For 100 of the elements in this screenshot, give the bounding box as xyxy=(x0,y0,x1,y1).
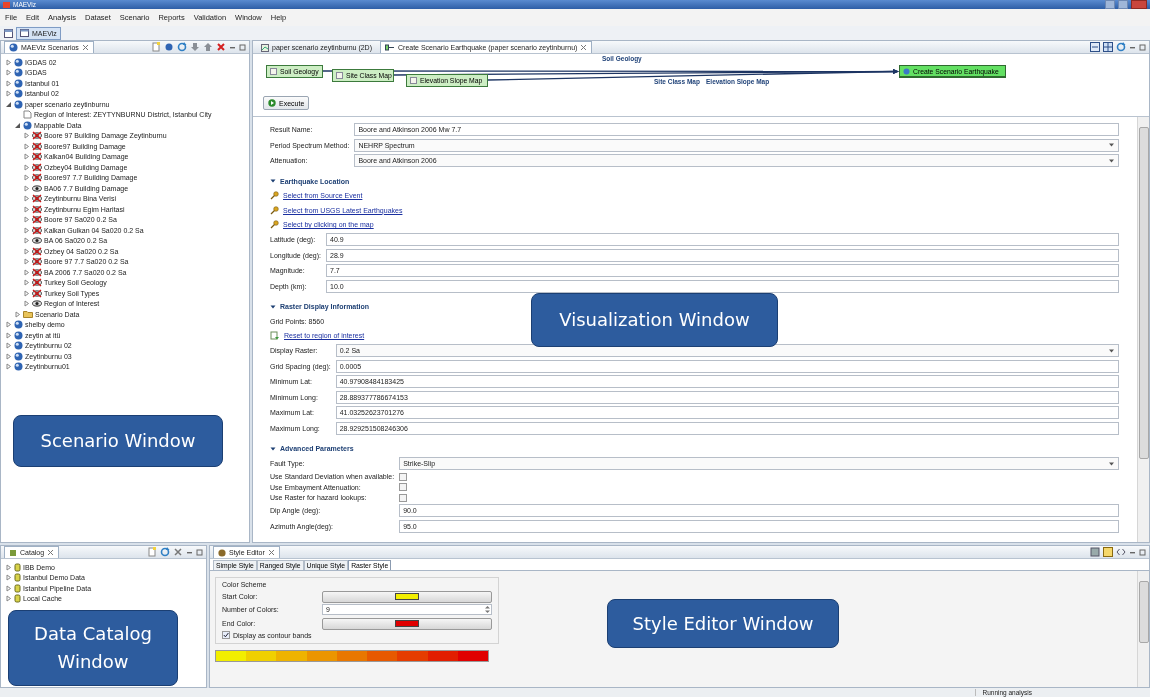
maximize-button[interactable] xyxy=(1118,0,1128,9)
crossed-eye-icon[interactable] xyxy=(32,152,42,162)
eye-icon[interactable] xyxy=(32,299,42,309)
square-icon xyxy=(410,77,417,84)
expanded-arrow-icon[interactable] xyxy=(270,303,276,310)
close-button[interactable] xyxy=(1131,0,1147,9)
collapsed-arrow-icon[interactable] xyxy=(23,195,30,203)
crossed-eye-icon[interactable] xyxy=(32,131,42,141)
eye-icon[interactable] xyxy=(32,183,42,193)
collapsed-arrow-icon[interactable] xyxy=(23,289,30,297)
new-icon[interactable] xyxy=(147,547,157,557)
scrollbar[interactable] xyxy=(1137,571,1149,687)
checkbox[interactable] xyxy=(399,472,408,481)
color-button[interactable] xyxy=(322,590,492,603)
collapsed-arrow-icon[interactable] xyxy=(23,237,30,245)
color-button[interactable] xyxy=(322,617,492,630)
collapsed-arrow-icon[interactable] xyxy=(23,205,30,213)
collapsed-arrow-icon[interactable] xyxy=(23,174,30,182)
delete-icon[interactable] xyxy=(216,42,226,52)
collapsed-arrow-icon[interactable] xyxy=(5,90,12,98)
collapsed-arrow-icon[interactable] xyxy=(23,132,30,140)
eye-icon[interactable] xyxy=(32,236,42,246)
globe-icon xyxy=(14,351,23,361)
folder-icon xyxy=(23,310,33,319)
close-icon[interactable] xyxy=(47,549,55,556)
collapsed-arrow-icon[interactable] xyxy=(5,342,12,350)
crossed-eye-icon[interactable] xyxy=(32,288,42,298)
collapsed-arrow-icon[interactable] xyxy=(14,310,21,318)
collapsed-arrow-icon[interactable] xyxy=(5,574,12,582)
crossed-eye-icon[interactable] xyxy=(32,215,42,225)
crossed-eye-icon[interactable] xyxy=(32,267,42,277)
maximize-icon[interactable] xyxy=(1139,548,1146,556)
app-icon xyxy=(3,1,10,8)
expanded-arrow-icon[interactable] xyxy=(5,100,12,108)
layout-icon[interactable] xyxy=(1090,42,1100,52)
open-perspective-icon[interactable] xyxy=(4,28,13,38)
expanded-arrow-icon[interactable] xyxy=(14,121,21,129)
collapsed-arrow-icon[interactable] xyxy=(5,363,12,371)
maximize-icon[interactable] xyxy=(239,43,246,51)
expanded-arrow-icon[interactable] xyxy=(270,178,276,184)
crossed-eye-icon[interactable] xyxy=(32,141,42,151)
checkbox[interactable] xyxy=(399,493,408,502)
collapsed-arrow-icon[interactable] xyxy=(5,584,12,592)
delete-icon[interactable] xyxy=(173,547,183,557)
sync-icon[interactable] xyxy=(1116,42,1126,52)
maximize-icon[interactable] xyxy=(196,548,203,556)
crossed-eye-icon[interactable] xyxy=(32,246,42,256)
workflow-icon xyxy=(385,44,395,51)
collapsed-arrow-icon[interactable] xyxy=(23,226,30,234)
globe-icon xyxy=(14,68,23,78)
collapsed-arrow-icon[interactable] xyxy=(5,563,12,571)
code-icon[interactable] xyxy=(1116,547,1126,557)
new-icon[interactable] xyxy=(151,42,161,52)
collapsed-arrow-icon[interactable] xyxy=(5,58,12,66)
close-icon[interactable] xyxy=(81,44,89,51)
collapsed-arrow-icon[interactable] xyxy=(23,216,30,224)
crossed-eye-icon[interactable] xyxy=(32,173,42,183)
collapsed-arrow-icon[interactable] xyxy=(23,300,30,308)
globe-icon xyxy=(14,320,23,330)
crossed-eye-icon[interactable] xyxy=(32,162,42,172)
refresh-icon[interactable] xyxy=(177,42,187,52)
caret-icon xyxy=(1108,142,1115,148)
crossed-eye-icon[interactable] xyxy=(32,257,42,267)
collapsed-arrow-icon[interactable] xyxy=(23,153,30,161)
collapsed-arrow-icon[interactable] xyxy=(23,142,30,150)
collapsed-arrow-icon[interactable] xyxy=(5,595,12,603)
crossed-eye-icon[interactable] xyxy=(32,225,42,235)
globe-icon xyxy=(14,330,23,340)
collapsed-arrow-icon[interactable] xyxy=(23,268,30,276)
dot-icon[interactable] xyxy=(164,42,174,52)
globe-icon xyxy=(23,120,32,130)
close-icon[interactable] xyxy=(580,44,588,51)
collapsed-arrow-icon[interactable] xyxy=(23,184,30,192)
collapsed-arrow-icon[interactable] xyxy=(23,279,30,287)
checkbox[interactable] xyxy=(399,483,408,491)
collapsed-arrow-icon[interactable] xyxy=(5,321,12,329)
collapsed-arrow-icon[interactable] xyxy=(23,258,30,266)
collapsed-arrow-icon[interactable] xyxy=(5,331,12,339)
crossed-eye-icon[interactable] xyxy=(32,278,42,288)
maximize-icon[interactable] xyxy=(1139,43,1146,51)
grid-icon[interactable] xyxy=(1103,42,1113,52)
close-icon[interactable] xyxy=(267,549,275,556)
crossed-eye-icon[interactable] xyxy=(32,204,42,214)
crossed-eye-icon[interactable] xyxy=(32,194,42,204)
collapsed-arrow-icon[interactable] xyxy=(5,352,12,360)
collapsed-arrow-icon[interactable] xyxy=(23,247,30,255)
globe-icon xyxy=(14,341,23,351)
up-arrow-icon[interactable] xyxy=(203,42,213,52)
checkbox[interactable] xyxy=(222,631,230,639)
collapsed-arrow-icon[interactable] xyxy=(23,163,30,171)
down-arrow-icon[interactable] xyxy=(190,42,200,52)
collapsed-arrow-icon[interactable] xyxy=(5,69,12,77)
refresh-icon[interactable] xyxy=(160,547,170,557)
minimize-button[interactable] xyxy=(1105,0,1115,9)
status-dot-icon xyxy=(903,67,910,75)
callout-label: Style Editor Window xyxy=(607,599,839,648)
scrollbar[interactable] xyxy=(1137,117,1149,542)
collapsed-arrow-icon[interactable] xyxy=(5,79,12,87)
expanded-arrow-icon[interactable] xyxy=(270,445,276,452)
globe-icon xyxy=(14,362,23,372)
